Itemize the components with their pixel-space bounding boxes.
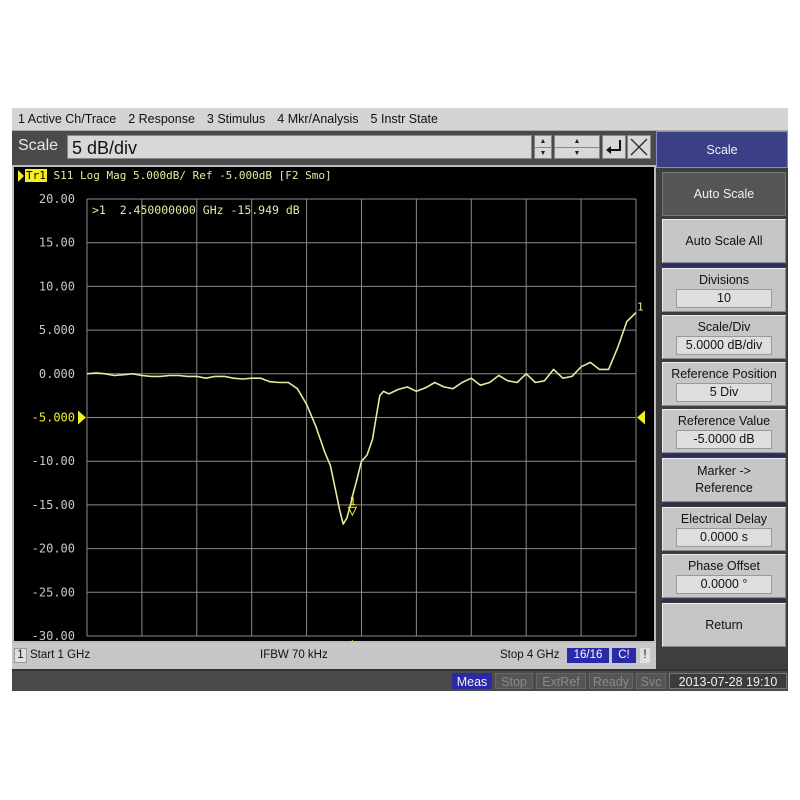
y-tick-label: -5.000 — [32, 411, 75, 425]
return-button[interactable]: Return — [662, 603, 786, 647]
divisions-value[interactable]: 10 — [676, 289, 772, 308]
start-frequency[interactable]: Start 1 GHz — [30, 648, 90, 663]
channel-number[interactable]: 1 — [14, 648, 27, 663]
menu-active-ch-trace[interactable]: 1 Active Ch/Trace — [12, 112, 122, 126]
marker-to-reference-button[interactable]: Marker -> Reference — [662, 458, 786, 502]
chart-window[interactable]: 20.00 15.00 10.00 5.000 0.000 -5.000 -10.00 -15… — [12, 165, 656, 643]
y-tick-label: -25.00 — [32, 585, 75, 599]
electrical-delay-label: Electrical Delay — [680, 512, 768, 526]
divisions-label: Divisions — [698, 273, 749, 287]
trace-badge[interactable]: Tr1 — [25, 169, 47, 182]
entry-label: Scale — [18, 137, 59, 154]
marker-1-label: 1 — [349, 495, 356, 508]
enter-button[interactable] — [602, 135, 626, 159]
menu-response[interactable]: 2 Response — [122, 112, 201, 126]
phase-offset-label: Phase Offset — [687, 559, 761, 573]
menu-bar: 1 Active Ch/Trace 2 Response 3 Stimulus … — [12, 108, 788, 131]
y-tick-label: 10.00 — [39, 279, 75, 293]
separator — [662, 503, 786, 506]
marker-to-reference-label: Marker -> — [697, 464, 751, 478]
reference-value-value[interactable]: -5.0000 dB — [676, 430, 772, 449]
phase-offset-value[interactable]: 0.0000 ° — [676, 575, 772, 594]
marker-to-reference-label2: Reference — [695, 481, 753, 495]
active-trace-arrow-icon — [18, 170, 24, 182]
ready-indicator: Ready — [589, 673, 633, 689]
ifbw[interactable]: IFBW 70 kHz — [260, 648, 328, 663]
instrument-status-bar: Meas Stop ExtRef Ready Svc 2013-07-28 19… — [12, 669, 788, 691]
reference-level-left-arrow-icon[interactable] — [78, 410, 86, 425]
y-tick-label: -20.00 — [32, 542, 75, 556]
cancel-button[interactable] — [627, 135, 651, 159]
extref-indicator: ExtRef — [536, 673, 586, 689]
datetime-display: 2013-07-28 19:10 — [669, 673, 787, 689]
y-tick-label: -30.00 — [32, 629, 75, 641]
reference-position-value[interactable]: 5 Div — [676, 383, 772, 402]
auto-scale-button[interactable]: Auto Scale — [662, 172, 786, 216]
menu-stimulus[interactable]: 3 Stimulus — [201, 112, 271, 126]
enter-icon — [606, 140, 621, 154]
spin-small-stepper[interactable]: ▲ ▼ — [534, 135, 552, 159]
y-tick-label: 0.000 — [39, 367, 75, 381]
electrical-delay-button[interactable]: Electrical Delay 0.0000 s — [662, 507, 786, 551]
scale-div-label: Scale/Div — [697, 320, 751, 334]
separator — [662, 599, 786, 602]
trace-header-text: S11 Log Mag 5.000dB/ Ref -5.000dB [F2 Sm… — [53, 169, 332, 182]
y-tick-label: -15.00 — [32, 498, 75, 512]
spin-up-icon[interactable]: ▲ — [555, 136, 599, 148]
phase-offset-button[interactable]: Phase Offset 0.0000 ° — [662, 554, 786, 598]
reference-value-button[interactable]: Reference Value -5.0000 dB — [662, 409, 786, 453]
scale-entry-field[interactable]: 5 dB/div — [67, 135, 532, 159]
auto-scale-all-button[interactable]: Auto Scale All — [662, 219, 786, 263]
warning-indicator: ! — [640, 648, 650, 663]
meas-indicator: Meas — [452, 673, 492, 689]
reference-position-label: Reference Position — [671, 367, 777, 381]
trace-end-label: 1 — [637, 301, 644, 314]
vna-screen: 1 Active Ch/Trace 2 Response 3 Stimulus … — [12, 108, 788, 691]
marker-stimulus-arrow-icon[interactable] — [345, 640, 359, 641]
menu-mkr-analysis[interactable]: 4 Mkr/Analysis — [271, 112, 364, 126]
spin-down-icon[interactable]: ▼ — [535, 148, 551, 159]
reference-position-button[interactable]: Reference Position 5 Div — [662, 362, 786, 406]
trace-plot: 20.00 15.00 10.00 5.000 0.000 -5.000 -10.00 -15… — [32, 192, 645, 641]
reference-level-right-arrow-icon[interactable] — [637, 410, 645, 425]
softkey-title: Scale — [656, 131, 788, 168]
electrical-delay-value[interactable]: 0.0000 s — [676, 528, 772, 547]
divisions-button[interactable]: Divisions 10 — [662, 268, 786, 312]
separator — [662, 264, 786, 267]
calibration-status: C! — [612, 648, 636, 663]
close-icon — [630, 138, 648, 156]
y-tick-label: 20.00 — [39, 192, 75, 206]
y-tick-label: 15.00 — [39, 236, 75, 250]
menu-instr-state[interactable]: 5 Instr State — [365, 112, 444, 126]
scale-div-value[interactable]: 5.0000 dB/div — [676, 336, 772, 355]
separator — [662, 454, 786, 457]
spin-up-icon[interactable]: ▲ — [535, 136, 551, 148]
y-tick-label: -10.00 — [32, 454, 75, 468]
stop-indicator: Stop — [495, 673, 533, 689]
softkey-panel: Scale Auto Scale Auto Scale All Division… — [656, 131, 788, 671]
svc-indicator: Svc — [636, 673, 666, 689]
stop-frequency[interactable]: Stop 4 GHz — [500, 648, 559, 663]
reference-value-label: Reference Value — [677, 414, 771, 428]
spin-down-icon[interactable]: ▼ — [555, 148, 599, 159]
entry-bar: Scale 5 dB/div ▲ ▼ ▲ ▼ — [12, 131, 656, 165]
channel-status-bar: 1 Start 1 GHz IFBW 70 kHz Stop 4 GHz 16/… — [12, 647, 656, 664]
trace-header[interactable]: Tr1 S11 Log Mag 5.000dB/ Ref -5.000dB [F… — [18, 169, 332, 182]
y-tick-label: 5.000 — [39, 323, 75, 337]
averaging-count: 16/16 — [567, 648, 609, 663]
marker-readout: >1 2.450000000 GHz -15.949 dB — [92, 203, 300, 217]
scale-div-button[interactable]: Scale/Div 5.0000 dB/div — [662, 315, 786, 359]
spin-large-stepper[interactable]: ▲ ▼ — [554, 135, 600, 159]
